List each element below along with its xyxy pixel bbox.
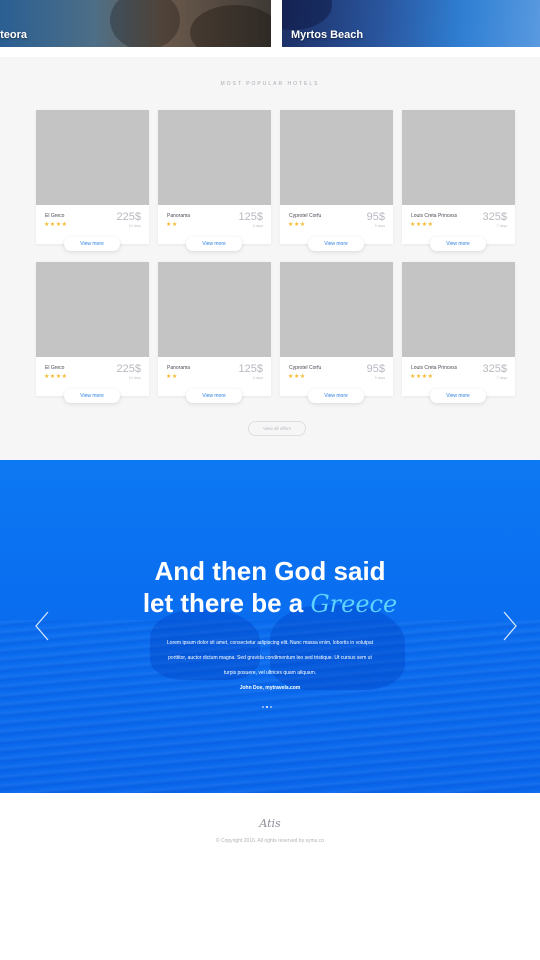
- hotel-name: Panorama: [167, 213, 191, 219]
- hero-headline-line1: And then God said: [154, 556, 386, 586]
- rock-shape: [190, 5, 271, 47]
- hotel-price: 225$: [116, 211, 141, 223]
- hotel-price: 125$: [238, 211, 263, 223]
- view-more-button[interactable]: View more: [308, 389, 364, 403]
- hotel-name: El Greco: [45, 213, 65, 219]
- hotel-card: Cyprotel Corfu ★★★ 95$ 5 days View more: [280, 262, 393, 403]
- hotel-card: Panorama ★★ 125$ 6 days View more: [158, 262, 271, 403]
- star-rating: ★★★★: [44, 374, 68, 380]
- copyright-text: © Copyright 2016. All rights reserved by…: [215, 838, 325, 844]
- slider-dots: [262, 706, 278, 710]
- slider-dot-active[interactable]: [266, 706, 268, 708]
- hotel-duration: 6 days: [252, 376, 263, 380]
- destination-card-myrtos-beach[interactable]: Myrtos Beach: [282, 0, 540, 47]
- quote-line: Lorem ipsum dolor sit amet, consectetur …: [166, 640, 374, 646]
- footer: Atis © Copyright 2016. All rights reserv…: [0, 793, 540, 960]
- star-rating: ★★: [166, 222, 178, 228]
- star-rating: ★★★★: [44, 222, 68, 228]
- hotel-duration: 7 days: [496, 376, 507, 380]
- hotel-card: Louis Creta Princess ★★★★ 325$ 7 days Vi…: [402, 110, 515, 251]
- destination-card-meteora[interactable]: eteora: [0, 0, 271, 47]
- quote-author: John Doe, mytravels.com: [239, 685, 301, 691]
- view-more-button[interactable]: View more: [430, 237, 486, 251]
- rock-shape: [282, 0, 332, 30]
- star-rating: ★★★★: [410, 374, 434, 380]
- view-more-button[interactable]: View more: [64, 237, 120, 251]
- destination-label: Myrtos Beach: [291, 29, 364, 41]
- hero-headline-prefix: let there be a: [142, 588, 304, 618]
- hotel-duration: 10 days: [128, 376, 141, 380]
- view-more-button[interactable]: View more: [186, 389, 242, 403]
- hotel-price: 95$: [366, 211, 385, 223]
- quote-line: porttitor, auctor dictum magna. Sed grav…: [168, 655, 372, 661]
- chevron-right-icon[interactable]: [502, 610, 518, 642]
- hotel-photo-placeholder: [280, 262, 393, 357]
- view-more-button[interactable]: View more: [186, 237, 242, 251]
- destination-label: eteora: [0, 29, 28, 41]
- star-rating: ★★★: [288, 374, 306, 380]
- footer-logo: Atis: [259, 817, 281, 830]
- star-rating: ★★: [166, 374, 178, 380]
- hotel-price: 325$: [482, 363, 507, 375]
- hero-headline-line2: let there be a Greece: [0, 587, 540, 620]
- hotel-duration: 7 days: [496, 224, 507, 228]
- hotel-duration: 5 days: [374, 224, 385, 228]
- hotel-name: Panorama: [167, 365, 191, 371]
- hotel-name: El Greco: [45, 365, 65, 371]
- quote-line: turpis posuere, vel ultrices quam aliqua…: [223, 670, 317, 676]
- hotel-price: 95$: [366, 363, 385, 375]
- slider-dot[interactable]: [262, 706, 264, 708]
- view-more-button[interactable]: View more: [308, 237, 364, 251]
- hotel-photo-placeholder: [402, 262, 515, 357]
- hotel-photo-placeholder: [36, 110, 149, 205]
- hotel-card: El Greco ★★★★ 225$ 10 days View more: [36, 262, 149, 403]
- hero-headline-script-word: Greece: [310, 590, 398, 618]
- hotel-card: Panorama ★★ 125$ 6 days View more: [158, 110, 271, 251]
- rock-shape: [110, 0, 180, 47]
- hotel-photo-placeholder: [280, 110, 393, 205]
- destinations-strip: eteora Myrtos Beach: [0, 0, 540, 48]
- hotel-photo-placeholder: [402, 110, 515, 205]
- hotel-card: Louis Creta Princess ★★★★ 325$ 7 days Vi…: [402, 262, 515, 403]
- hero-quote-section: And then God said let there be a Greece …: [0, 460, 540, 793]
- hotel-photo-placeholder: [158, 110, 271, 205]
- hotel-card: El Greco ★★★★ 225$ 10 days View more: [36, 110, 149, 251]
- hotel-duration: 10 days: [128, 224, 141, 228]
- hotel-card: Cyprotel Corfu ★★★ 95$ 5 days View more: [280, 110, 393, 251]
- hotel-price: 325$: [482, 211, 507, 223]
- hotel-name: Cyprotel Corfu: [289, 213, 322, 219]
- slider-dot[interactable]: [270, 706, 272, 708]
- view-more-button[interactable]: View more: [64, 389, 120, 403]
- hotel-price: 125$: [238, 363, 263, 375]
- hotel-photo-placeholder: [158, 262, 271, 357]
- star-rating: ★★★: [288, 222, 306, 228]
- most-popular-hotels-section: MOST POPULAR HOTELS El Greco ★★★★ 225$ 1…: [0, 57, 540, 460]
- hotel-duration: 5 days: [374, 376, 385, 380]
- hotel-name: Cyprotel Corfu: [289, 365, 322, 371]
- hotel-name: Louis Creta Princess: [411, 365, 458, 371]
- section-title: MOST POPULAR HOTELS: [220, 81, 320, 87]
- view-all-offers-button[interactable]: View all offers: [248, 421, 306, 436]
- hotel-name: Louis Creta Princess: [411, 213, 458, 219]
- chevron-left-icon[interactable]: [34, 610, 50, 642]
- star-rating: ★★★★: [410, 222, 434, 228]
- hotel-photo-placeholder: [36, 262, 149, 357]
- hotel-price: 225$: [116, 363, 141, 375]
- hotel-duration: 6 days: [252, 224, 263, 228]
- view-more-button[interactable]: View more: [430, 389, 486, 403]
